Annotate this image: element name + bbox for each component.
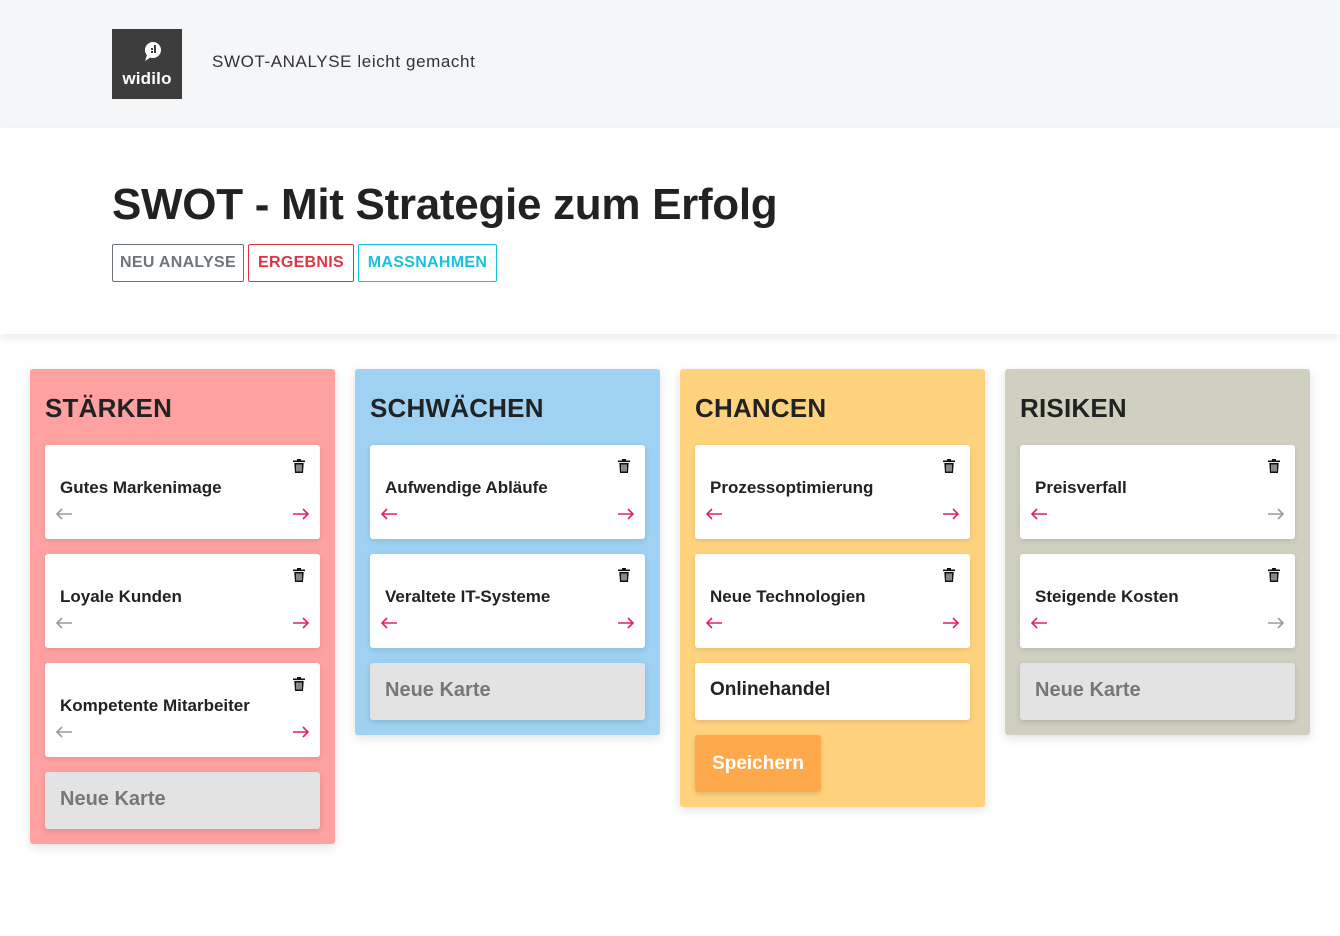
swot-card[interactable]: Gutes Markenimage — [45, 445, 320, 539]
swot-card[interactable]: Preisverfall — [1020, 445, 1295, 539]
column-opportunities: CHANCEN Prozessoptimierung Neue Technologi… — [680, 369, 985, 807]
column-title: RISIKEN — [1020, 393, 1127, 423]
new-card-button[interactable]: Neue Karte — [1020, 663, 1295, 720]
card-label: Gutes Markenimage — [60, 478, 222, 497]
trash-icon[interactable] — [1268, 459, 1280, 473]
swot-card[interactable]: Prozessoptimierung — [695, 445, 970, 539]
card-label: Loyale Kunden — [60, 587, 182, 606]
arrow-left-icon[interactable] — [705, 508, 723, 520]
trash-icon[interactable] — [943, 459, 955, 473]
card-label: Preisverfall — [1035, 478, 1127, 497]
column-title: CHANCEN — [695, 393, 827, 423]
arrow-left-icon[interactable] — [55, 726, 73, 738]
new-card-input-value: Onlinehandel — [710, 679, 831, 700]
widilo-logo[interactable]: widilo — [112, 29, 182, 99]
measures-button[interactable]: MASSNAHMEN — [358, 244, 497, 282]
column-title: STÄRKEN — [45, 393, 173, 423]
arrow-left-icon[interactable] — [380, 617, 398, 629]
arrow-left-icon[interactable] — [55, 617, 73, 629]
arrow-left-icon[interactable] — [380, 508, 398, 520]
trash-icon[interactable] — [293, 459, 305, 473]
card-label: Neue Technologien — [710, 587, 866, 606]
arrow-right-icon[interactable] — [1267, 617, 1285, 629]
card-label: Aufwendige Abläufe — [385, 478, 548, 497]
column-strengths: STÄRKEN Gutes Markenimage Loyale Kunden Kom… — [30, 369, 335, 844]
new-card-button[interactable]: Neue Karte — [45, 772, 320, 829]
arrow-right-icon[interactable] — [1267, 508, 1285, 520]
card-label: Kompetente Mitarbeiter — [60, 696, 250, 715]
column-threats: RISIKEN Preisverfall Steigende Kosten Neue … — [1005, 369, 1310, 735]
arrow-left-icon[interactable] — [1030, 508, 1048, 520]
trash-icon[interactable] — [943, 568, 955, 582]
trash-icon[interactable] — [618, 568, 630, 582]
arrow-right-icon[interactable] — [292, 617, 310, 629]
trash-icon[interactable] — [293, 568, 305, 582]
new-card-button[interactable]: Neue Karte — [370, 663, 645, 720]
new-card-input[interactable]: Onlinehandel — [695, 663, 970, 720]
logo-text: widilo — [122, 69, 172, 88]
arrow-right-icon[interactable] — [617, 508, 635, 520]
top-bar: widilo SWOT-ANALYSE leicht gemacht — [0, 0, 1340, 128]
arrow-right-icon[interactable] — [942, 508, 960, 520]
arrow-left-icon[interactable] — [705, 617, 723, 629]
arrow-right-icon[interactable] — [292, 726, 310, 738]
trash-icon[interactable] — [1268, 568, 1280, 582]
swot-card[interactable]: Neue Technologien — [695, 554, 970, 648]
arrow-right-icon[interactable] — [292, 508, 310, 520]
swot-card[interactable]: Steigende Kosten — [1020, 554, 1295, 648]
swot-card[interactable]: Kompetente Mitarbeiter — [45, 663, 320, 757]
swot-card[interactable]: Loyale Kunden — [45, 554, 320, 648]
swot-card[interactable]: Veraltete IT-Systeme — [370, 554, 645, 648]
new-card-label: Neue Karte — [385, 679, 491, 701]
page-title: SWOT - Mit Strategie zum Erfolg — [112, 180, 778, 229]
column-weaknesses: SCHWÄCHEN Aufwendige Abläufe Veraltete IT-… — [355, 369, 660, 735]
result-button[interactable]: ERGEBNIS — [248, 244, 354, 282]
arrow-right-icon[interactable] — [942, 617, 960, 629]
card-label: Prozessoptimierung — [710, 478, 874, 497]
trash-icon[interactable] — [618, 459, 630, 473]
swot-card[interactable]: Aufwendige Abläufe — [370, 445, 645, 539]
save-button[interactable]: Speichern — [695, 735, 821, 792]
arrow-left-icon[interactable] — [55, 508, 73, 520]
new-analysis-button[interactable]: NEU ANALYSE — [112, 244, 244, 282]
column-title: SCHWÄCHEN — [370, 393, 544, 423]
arrow-right-icon[interactable] — [617, 617, 635, 629]
new-card-label: Neue Karte — [1035, 679, 1141, 701]
chat-bubble-icon — [145, 42, 161, 61]
card-label: Veraltete IT-Systeme — [385, 587, 551, 606]
card-label: Steigende Kosten — [1035, 587, 1179, 606]
arrow-left-icon[interactable] — [1030, 617, 1048, 629]
trash-icon[interactable] — [293, 677, 305, 691]
hero-section: SWOT - Mit Strategie zum Erfolg NEU ANAL… — [0, 128, 1340, 334]
new-card-label: Neue Karte — [60, 788, 166, 810]
tagline: SWOT-ANALYSE leicht gemacht — [212, 52, 476, 71]
